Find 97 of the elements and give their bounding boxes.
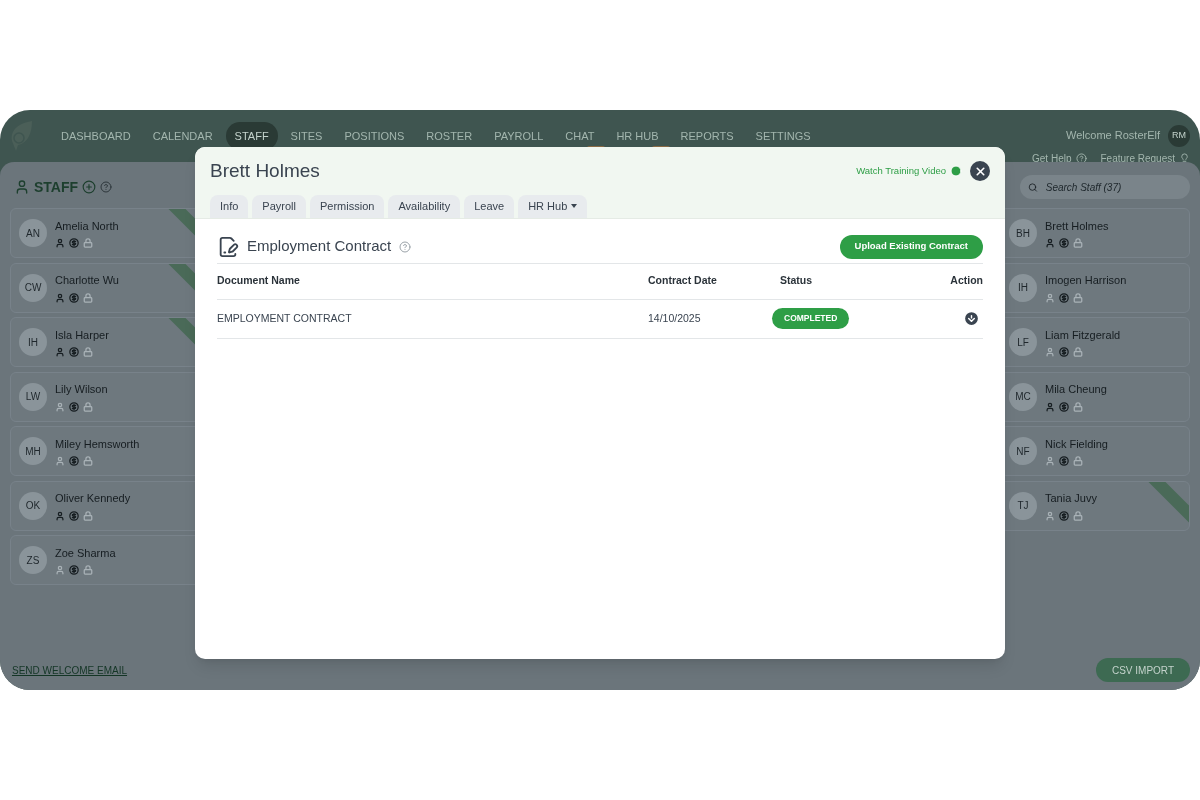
search-field[interactable]: Search Staff (37) (1045, 179, 1182, 195)
lock-icon (83, 401, 93, 412)
help-icon[interactable] (1075, 152, 1087, 164)
avatar: LF (1009, 328, 1037, 356)
table-cell-text: EMPLOYMENT CONTRACT (217, 310, 353, 326)
staff-name: Charlotte Wu (55, 273, 119, 289)
avatar: MC (1009, 382, 1037, 411)
dollar-icon (69, 456, 79, 467)
get-help-link[interactable]: Get Help (1032, 150, 1072, 166)
dollar-icon (69, 565, 79, 576)
download-icon[interactable] (963, 310, 980, 327)
lock-icon (1073, 456, 1083, 467)
nav-item[interactable]: ROSTER (417, 121, 482, 151)
bulb-icon[interactable] (1179, 152, 1190, 164)
send-welcome-email-link[interactable]: SEND WELCOME EMAIL (12, 662, 128, 678)
dollar-icon (69, 238, 79, 249)
nav-item[interactable]: SITES (281, 121, 332, 151)
csv-import-button[interactable]: CSV IMPORT (1095, 658, 1190, 682)
lock-icon (1073, 238, 1083, 249)
nav-item[interactable]: PAYROLL (485, 121, 553, 151)
lock-icon (1073, 401, 1083, 412)
staff-name: Lily Wilson (55, 382, 108, 398)
dollar-icon (69, 292, 79, 303)
help-icon[interactable] (399, 240, 412, 253)
contract-icon (217, 235, 239, 258)
close-button[interactable] (970, 161, 990, 182)
welcome-text: Welcome RosterElf (1066, 128, 1160, 144)
avatar: TJ (1009, 491, 1037, 520)
upload-existing-contract-button[interactable]: Upload Existing Contract (839, 234, 983, 259)
staff-heading: STAFF (34, 177, 79, 197)
avatar: CW (19, 273, 47, 302)
avatar: AN (19, 219, 47, 247)
section-title: Employment Contract (247, 236, 392, 257)
staff-name: Amelia North (55, 218, 119, 234)
lock-icon (1073, 510, 1083, 521)
nav-item[interactable]: REPORTS (671, 121, 743, 151)
staff-name: Imogen Harrison (1045, 273, 1127, 289)
avatar: OK (19, 491, 47, 520)
avatar: LW (19, 382, 47, 411)
lock-icon (1073, 347, 1083, 358)
avatar: MH (19, 437, 47, 465)
avatar: NF (1009, 437, 1037, 465)
tab[interactable]: Leave (464, 194, 515, 218)
lock-icon (1073, 292, 1083, 303)
column-header: Status (779, 273, 814, 289)
dollar-icon (1059, 238, 1069, 249)
tab[interactable]: HR Hub (518, 194, 588, 218)
staff-name: Miley Hemsworth (55, 436, 140, 452)
tab[interactable]: Info (210, 194, 249, 218)
lock-icon (83, 238, 93, 249)
avatar: BH (1009, 219, 1037, 247)
dollar-icon (69, 401, 79, 412)
staff-name: Tania Juvy (1045, 491, 1097, 507)
nav-item[interactable]: POSITIONS (335, 121, 414, 151)
staff-name: Isla Harper (55, 327, 109, 343)
staff-name: Nick Fielding (1045, 436, 1108, 452)
dollar-icon (1059, 292, 1069, 303)
feature-request-link[interactable]: Feature Request (1100, 150, 1175, 166)
status-badge: COMPLETED (772, 308, 850, 329)
dollar-icon (1059, 401, 1069, 412)
nav-item[interactable]: SETTINGS (746, 121, 820, 151)
tab[interactable]: Availability (388, 194, 461, 218)
dollar-icon (69, 510, 79, 521)
column-header: Document Name (217, 273, 301, 289)
lock-icon (83, 347, 93, 358)
person-icon (14, 179, 30, 195)
dollar-icon (1059, 347, 1069, 358)
dollar-icon (69, 347, 79, 358)
modal-title: Brett Holmes (210, 159, 320, 183)
lock-icon (83, 565, 93, 576)
help-icon[interactable] (100, 181, 113, 193)
lock-icon (83, 510, 93, 521)
add-icon[interactable] (82, 180, 97, 194)
table-cell-text: 14/10/2025 (648, 310, 702, 326)
staff-name: Oliver Kennedy (55, 491, 131, 507)
tab[interactable]: Payroll (252, 194, 306, 218)
search-field[interactable]: Search Staff (37) (1020, 175, 1190, 199)
column-header: Action (949, 273, 983, 289)
avatar: ZS (19, 546, 47, 574)
column-header: Contract Date (648, 273, 718, 289)
staff-name: Liam Fitzgerald (1045, 327, 1121, 343)
lock-icon (83, 456, 93, 467)
close-icon (973, 164, 987, 178)
watch-training-video-link[interactable]: Watch Training Video (856, 164, 946, 179)
dollar-icon (1059, 456, 1069, 467)
search-icon (1028, 181, 1038, 193)
avatar: IH (1009, 273, 1037, 302)
user-avatar[interactable]: RM (1168, 124, 1190, 147)
staff-name: Brett Holmes (1045, 218, 1109, 234)
lock-icon (83, 292, 93, 303)
staff-name: Mila Cheung (1045, 382, 1107, 398)
avatar: IH (19, 328, 47, 356)
nav-item[interactable]: DASHBOARD (52, 121, 140, 151)
dollar-icon (1059, 510, 1069, 521)
nav-item[interactable]: CALENDAR (143, 121, 222, 151)
tab[interactable]: Permission (310, 194, 385, 218)
staff-name: Zoe Sharma (55, 545, 116, 561)
